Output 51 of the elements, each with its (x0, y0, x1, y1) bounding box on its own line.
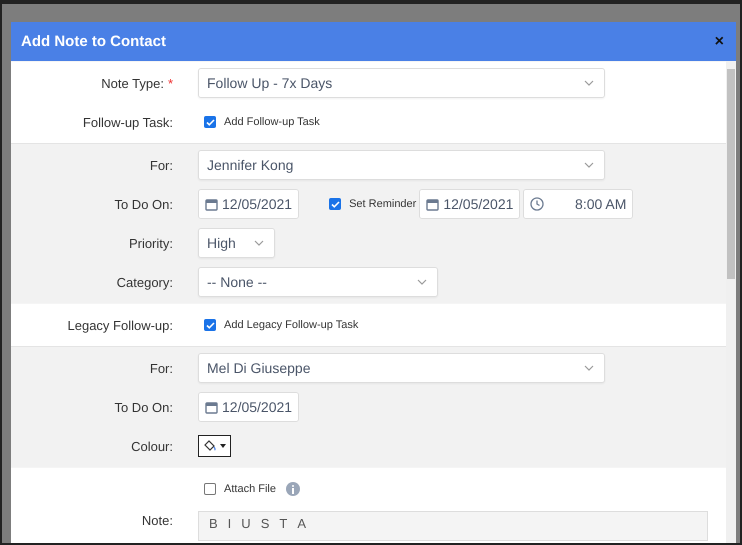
date-field[interactable]: 12/05/2021 (198, 392, 300, 422)
calendar-icon (205, 400, 218, 414)
caret-icon (220, 444, 226, 448)
date-field[interactable]: 12/05/2021 (419, 189, 520, 219)
chevron-icon (254, 240, 264, 246)
paint-bucket-icon (203, 440, 217, 452)
field-label: Follow-up Task: (82, 114, 174, 130)
checkbox[interactable] (204, 483, 216, 495)
dropdown-field[interactable]: Mel Di Giuseppe (198, 353, 605, 383)
checkbox[interactable] (204, 319, 216, 331)
dropdown-field[interactable]: Follow Up - 7x Days (198, 68, 605, 98)
field-label: To Do On: (113, 400, 174, 414)
checkbox-label: Add Legacy Follow-up Task (224, 319, 358, 331)
field-label: Note Type: * (100, 76, 174, 90)
field-label: For: (148, 360, 174, 376)
checkbox[interactable] (204, 116, 216, 128)
field-label: Priority: (128, 236, 174, 250)
dropdown-field[interactable]: High (198, 228, 275, 258)
scrollbar[interactable] (726, 61, 736, 543)
format-button[interactable]: U (241, 516, 251, 531)
info-icon (286, 482, 300, 496)
close-button[interactable]: × (714, 32, 724, 50)
field-label: Note: (140, 512, 174, 528)
field-label: To Do On: (113, 196, 174, 212)
format-button[interactable]: T (279, 516, 288, 531)
checkbox-label: Add Follow-up Task (224, 116, 320, 128)
chevron-icon (584, 162, 594, 168)
field-label: For: (148, 158, 174, 172)
field-label: Colour: (130, 438, 174, 454)
colour-picker-button[interactable] (198, 435, 231, 457)
time-field[interactable]: 8:00 AM (523, 189, 634, 219)
clock-icon (530, 197, 544, 211)
field-label: Category: (116, 274, 174, 290)
format-button[interactable]: S (260, 516, 270, 531)
format-button[interactable]: I (228, 516, 232, 531)
date-field[interactable]: 12/05/2021 (198, 189, 300, 219)
checkbox-label: Attach File (224, 483, 276, 495)
chevron-icon (584, 80, 594, 86)
calendar-icon (205, 198, 218, 210)
required-mark: * (168, 76, 173, 90)
checkbox[interactable] (329, 198, 342, 210)
format-button[interactable]: B (209, 516, 218, 531)
chevron-icon (417, 279, 427, 285)
dialog-title: Add Note to Contact (21, 33, 166, 50)
format-button[interactable]: A (297, 516, 306, 531)
dropdown-field[interactable]: -- None -- (198, 267, 438, 297)
dropdown-field[interactable]: Jennifer Kong (198, 150, 605, 180)
checkbox-label: Set Reminder (349, 198, 416, 210)
field-label: Legacy Follow-up: (66, 318, 174, 332)
calendar-icon (426, 198, 440, 210)
chevron-icon (584, 365, 594, 371)
